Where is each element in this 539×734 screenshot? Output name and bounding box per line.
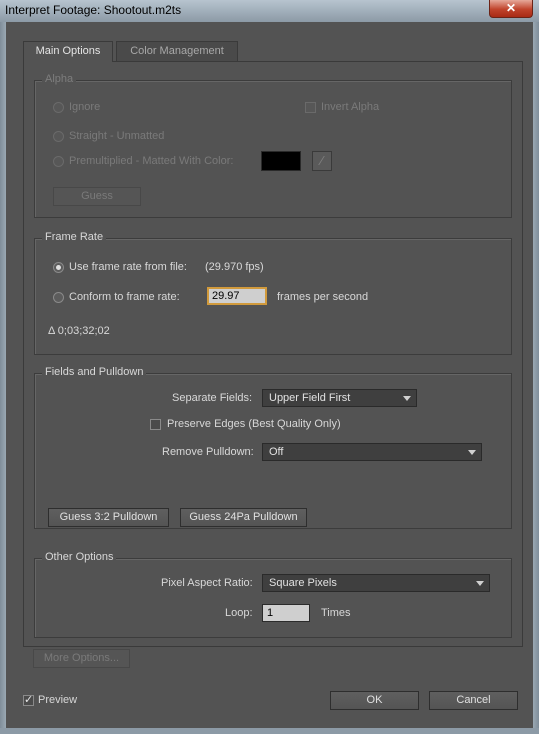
close-button[interactable]: ✕ (489, 0, 533, 18)
tab-color-management[interactable]: Color Management (116, 41, 238, 61)
remove-pulldown-label: Remove Pulldown: (162, 446, 254, 458)
fps-units-label: frames per second (277, 291, 369, 303)
alpha-group: Alpha Ignore Invert Alpha Straight - Unm… (34, 73, 512, 218)
preserve-edges-label: Preserve Edges (Best Quality Only) (167, 418, 341, 430)
guess-24pa-pulldown-button[interactable]: Guess 24Pa Pulldown (180, 508, 307, 527)
pixel-aspect-ratio-value: Square Pixels (269, 577, 337, 589)
frame-rate-group: Frame Rate Use frame rate from file: (29… (34, 231, 512, 355)
ok-button[interactable]: OK (330, 691, 419, 710)
pixel-aspect-ratio-dropdown[interactable]: Square Pixels (262, 574, 490, 592)
guess-alpha-button[interactable]: Guess (53, 187, 141, 206)
chevron-down-icon (468, 450, 476, 455)
alpha-ignore-label: Ignore (69, 101, 101, 113)
preview-label: Preview (38, 694, 78, 706)
file-fps-value: (29.970 fps) (205, 261, 264, 273)
separate-fields-label: Separate Fields: (172, 392, 253, 404)
remove-pulldown-dropdown[interactable]: Off (262, 443, 482, 461)
remove-pulldown-value: Off (269, 446, 284, 458)
main-options-panel: Alpha Ignore Invert Alpha Straight - Unm… (23, 61, 523, 647)
loop-times-label: Times (321, 607, 351, 619)
window-title: Interpret Footage: Shootout.m2ts (5, 3, 182, 17)
conform-frame-rate-label: Conform to frame rate: (69, 291, 180, 303)
loop-label: Loop: (225, 607, 253, 619)
use-file-frame-rate-label: Use frame rate from file: (69, 261, 187, 273)
eyedropper-icon[interactable]: ⁄ (312, 151, 332, 171)
cancel-button[interactable]: Cancel (429, 691, 518, 710)
more-options-button[interactable]: More Options... (33, 649, 130, 668)
other-options-group: Other Options Pixel Aspect Ratio: Square… (34, 551, 512, 638)
matte-color-swatch[interactable] (261, 151, 301, 171)
alpha-premultiplied-radio[interactable] (53, 156, 64, 167)
conform-frame-rate-input[interactable]: 29.97 (207, 287, 267, 305)
checkmark-icon: ✓ (24, 694, 34, 706)
invert-alpha-checkbox[interactable] (305, 102, 316, 113)
preview-checkbox[interactable]: ✓ (23, 694, 34, 706)
separate-fields-value: Upper Field First (269, 392, 351, 404)
fields-pulldown-group-label: Fields and Pulldown (42, 366, 147, 378)
other-options-group-label: Other Options (42, 551, 117, 563)
chevron-down-icon (476, 581, 484, 586)
fields-pulldown-group: Fields and Pulldown Separate Fields: Upp… (34, 366, 512, 529)
alpha-ignore-radio[interactable] (53, 102, 64, 113)
alpha-straight-label: Straight - Unmatted (69, 130, 165, 142)
alpha-straight-radio[interactable] (53, 131, 64, 142)
pixel-aspect-ratio-label: Pixel Aspect Ratio: (161, 577, 253, 589)
alpha-group-label: Alpha (42, 73, 77, 85)
chevron-down-icon (403, 396, 411, 401)
guess-32-pulldown-button[interactable]: Guess 3:2 Pulldown (48, 508, 169, 527)
frame-rate-group-label: Frame Rate (42, 231, 107, 243)
dialog-client-area: Main Options Color Management Alpha Igno… (6, 22, 533, 728)
title-bar: Interpret Footage: Shootout.m2ts ✕ (0, 0, 539, 23)
separate-fields-dropdown[interactable]: Upper Field First (262, 389, 417, 407)
window-frame-bottom (0, 728, 539, 734)
invert-alpha-label: Invert Alpha (321, 101, 380, 113)
alpha-premultiplied-label: Premultiplied - Matted With Color: (69, 155, 234, 167)
duration-readout: Δ 0;03;32;02 (48, 325, 110, 337)
preserve-edges-checkbox[interactable] (150, 419, 161, 430)
tab-main-options[interactable]: Main Options (23, 41, 113, 62)
use-file-frame-rate-radio[interactable] (53, 262, 64, 273)
conform-frame-rate-radio[interactable] (53, 292, 64, 303)
loop-input[interactable]: 1 (262, 604, 310, 622)
window-frame-right (533, 22, 539, 734)
